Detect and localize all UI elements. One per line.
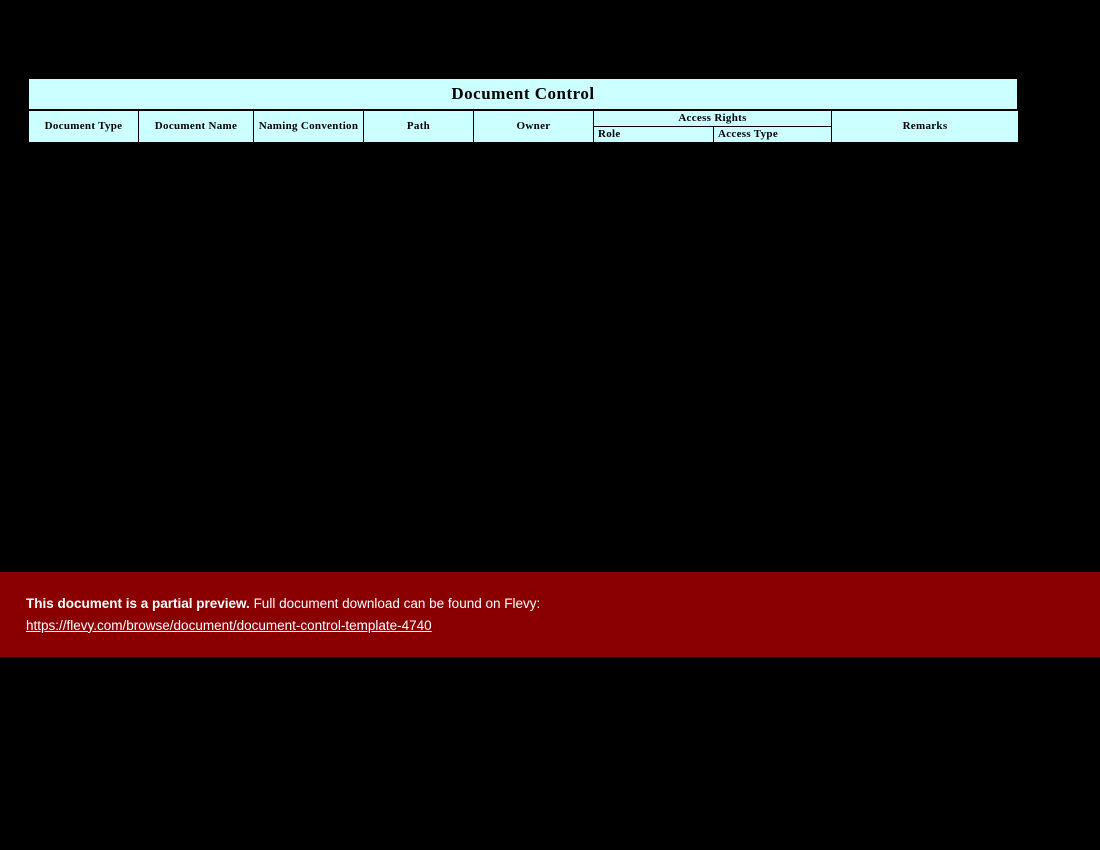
- col-path: Path: [364, 111, 474, 143]
- header-table: Document Type Document Name Naming Conve…: [28, 110, 1019, 143]
- header-row-1: Document Type Document Name Naming Conve…: [29, 111, 1019, 127]
- col-owner: Owner: [474, 111, 594, 143]
- col-remarks: Remarks: [832, 111, 1019, 143]
- col-document-name: Document Name: [139, 111, 254, 143]
- document-control-table: Document Control Document Type Document …: [28, 78, 1018, 143]
- table-title: Document Control: [28, 78, 1018, 110]
- banner-rest-text: Full document download can be found on F…: [250, 596, 540, 611]
- col-role: Role: [594, 127, 714, 143]
- banner-link[interactable]: https://flevy.com/browse/document/docume…: [26, 618, 432, 633]
- col-access-type: Access Type: [714, 127, 832, 143]
- col-document-type: Document Type: [29, 111, 139, 143]
- col-access-rights: Access Rights: [594, 111, 832, 127]
- banner-bold-text: This document is a partial preview.: [26, 596, 250, 611]
- col-naming-convention: Naming Convention: [254, 111, 364, 143]
- preview-banner: This document is a partial preview. Full…: [0, 572, 1100, 657]
